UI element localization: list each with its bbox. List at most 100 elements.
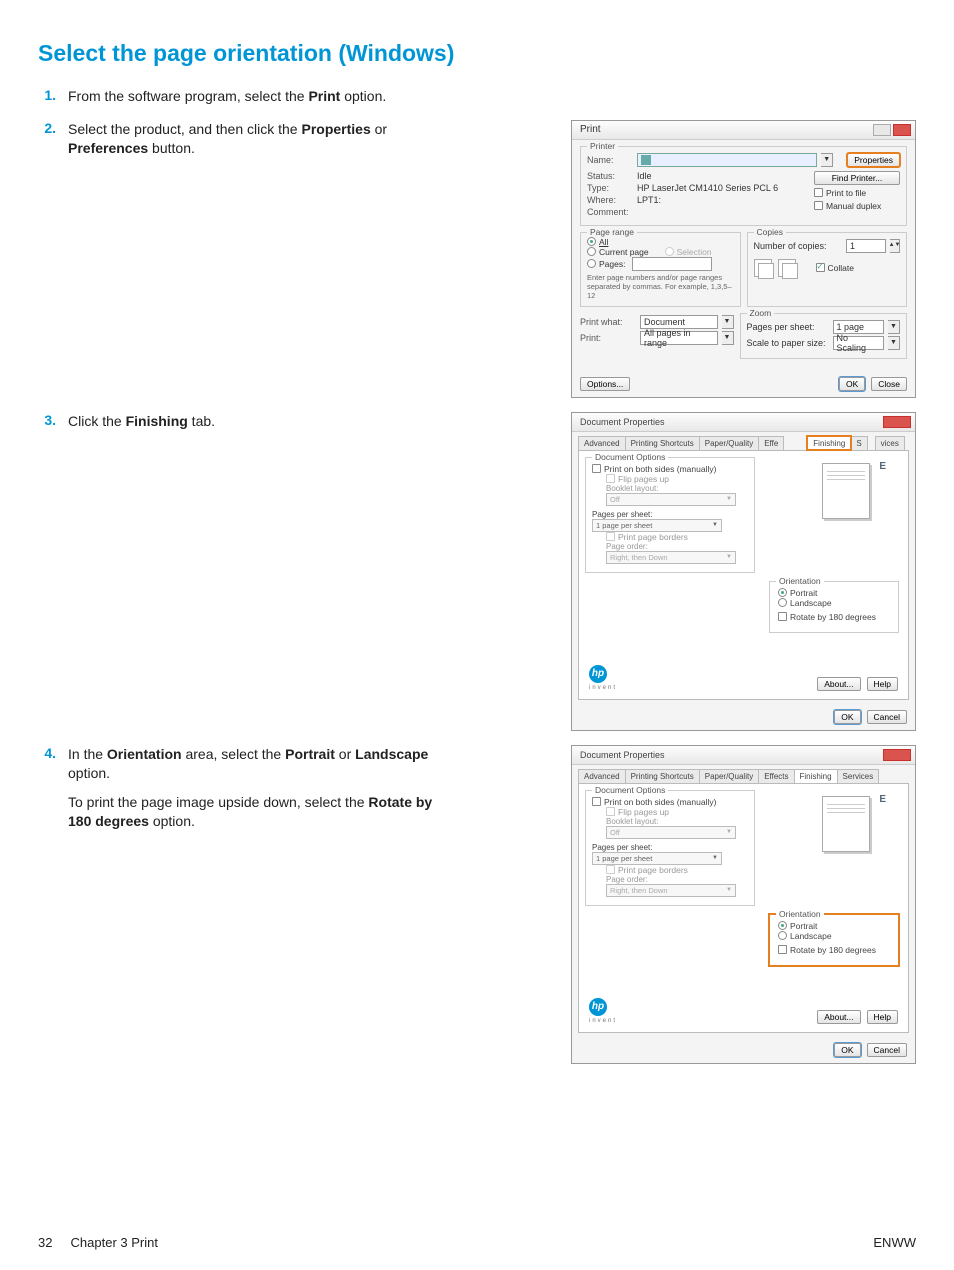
text: or — [335, 746, 355, 762]
tab-advanced[interactable]: Advanced — [578, 436, 626, 450]
collate-checkbox[interactable]: Collate — [816, 263, 854, 273]
label: Current page — [599, 247, 649, 257]
tab-s-partial[interactable]: S — [850, 436, 867, 450]
label: Comment: — [587, 207, 633, 217]
help-icon[interactable] — [873, 124, 891, 136]
ok-button[interactable]: OK — [834, 710, 860, 724]
dropdown-arrow-icon[interactable]: ▼ — [722, 331, 734, 345]
group-label: Page range — [587, 227, 637, 237]
label: Page order: — [606, 875, 748, 884]
dropdown-arrow-icon[interactable]: ▼ — [888, 336, 900, 350]
label: Type: — [587, 183, 633, 193]
tab-bar: Advanced Printing Shortcuts Paper/Qualit… — [572, 432, 915, 450]
landscape-radio[interactable]: Landscape — [778, 598, 890, 608]
close-icon[interactable] — [883, 416, 911, 428]
step-1: 1. From the software program, select the… — [38, 87, 916, 106]
close-button[interactable]: Close — [871, 377, 907, 391]
dropdown-arrow-icon[interactable]: ▼ — [722, 315, 734, 329]
pages-input[interactable] — [632, 257, 712, 271]
cancel-button[interactable]: Cancel — [867, 1043, 907, 1057]
zoom-group: Zoom Pages per sheet:1 page▼ Scale to pa… — [740, 313, 908, 359]
orientation-group: Orientation Portrait Landscape Rotate by… — [769, 581, 899, 633]
portrait-radio[interactable]: Portrait — [778, 921, 890, 931]
tab-paper-quality[interactable]: Paper/Quality — [699, 769, 759, 783]
dropdown-arrow-icon[interactable]: ▼ — [821, 153, 833, 167]
landscape-radio[interactable]: Landscape — [778, 931, 890, 941]
pages-per-sheet-select[interactable]: 1 page per sheet▼ — [592, 852, 722, 865]
text: or — [371, 121, 387, 137]
tab-printing-shortcuts[interactable]: Printing Shortcuts — [625, 436, 700, 450]
label: Print to file — [826, 188, 866, 198]
ok-button[interactable]: OK — [839, 377, 865, 391]
ok-button[interactable]: OK — [834, 1043, 860, 1057]
bold: Preferences — [68, 140, 148, 156]
dropdown-arrow-icon[interactable]: ▼ — [888, 320, 900, 334]
collate-icon — [778, 259, 796, 277]
about-button[interactable]: About... — [817, 677, 860, 691]
tab-finishing[interactable]: Finishing — [794, 769, 838, 783]
print-select[interactable]: All pages in range — [640, 331, 718, 345]
value: Off — [610, 495, 620, 504]
portrait-radio[interactable]: Portrait — [778, 588, 890, 598]
type-value: HP LaserJet CM1410 Series PCL 6 — [637, 183, 778, 193]
label: Landscape — [790, 598, 832, 608]
text: Click the — [68, 413, 126, 429]
value: Right, then Down — [610, 553, 668, 562]
tab-effects-cut[interactable]: Effe — [758, 436, 784, 450]
tab-advanced[interactable]: Advanced — [578, 769, 626, 783]
find-printer-button[interactable]: Find Printer... — [814, 171, 900, 185]
label: Print on both sides (manually) — [604, 797, 716, 807]
tab-effects[interactable]: Effects — [758, 769, 794, 783]
close-icon[interactable] — [883, 749, 911, 761]
close-icon[interactable] — [893, 124, 911, 136]
properties-button[interactable]: Properties — [847, 153, 900, 167]
text: option. — [149, 813, 195, 829]
value: Off — [610, 828, 620, 837]
properties-dialog: Document Properties Advanced Printing Sh… — [571, 412, 916, 731]
preview-e-icon: E — [879, 794, 886, 805]
label: Collate — [828, 263, 854, 273]
help-button[interactable]: Help — [867, 677, 898, 691]
bold: Finishing — [126, 413, 188, 429]
label: Pages per sheet: — [747, 322, 829, 332]
tab-paper-quality[interactable]: Paper/Quality — [699, 436, 759, 450]
print-what-select[interactable]: Document — [640, 315, 718, 329]
step-text: From the software program, select the Pr… — [68, 87, 458, 106]
printer-name-select[interactable] — [637, 153, 817, 167]
label: Print: — [580, 333, 636, 343]
help-button[interactable]: Help — [867, 1010, 898, 1024]
manual-duplex-checkbox[interactable]: Manual duplex — [814, 201, 900, 211]
tab-services[interactable]: Services — [837, 769, 880, 783]
print-both-sides-checkbox[interactable]: Print on both sides (manually) — [592, 797, 748, 807]
range-current-radio[interactable]: Current page — [587, 247, 649, 257]
about-button[interactable]: About... — [817, 1010, 860, 1024]
spinner-icon[interactable]: ▲▼ — [890, 239, 900, 253]
page-preview: E — [822, 796, 888, 852]
step-number: 3. — [38, 412, 68, 428]
pages-per-sheet-select[interactable]: 1 page per sheet▼ — [592, 519, 722, 532]
text: tab. — [188, 413, 215, 429]
options-button[interactable]: Options... — [580, 377, 630, 391]
range-all-radio[interactable]: All — [587, 237, 734, 247]
rotate-180-checkbox[interactable]: Rotate by 180 degrees — [778, 945, 890, 955]
page-title: Select the page orientation (Windows) — [38, 40, 916, 67]
page-range-group: Page range All Current page Selection Pa… — [580, 232, 741, 307]
tab-vices-partial[interactable]: vices — [875, 436, 905, 450]
group-label: Document Options — [592, 785, 668, 795]
print-both-sides-checkbox[interactable]: Print on both sides (manually) — [592, 464, 748, 474]
copies-input[interactable]: 1 — [846, 239, 886, 253]
tab-printing-shortcuts[interactable]: Printing Shortcuts — [625, 769, 700, 783]
range-pages-radio[interactable]: Pages: — [587, 257, 734, 271]
cancel-button[interactable]: Cancel — [867, 710, 907, 724]
group-label: Copies — [754, 227, 786, 237]
text: option. — [340, 88, 386, 104]
step-4: 4. In the Orientation area, select the P… — [38, 745, 916, 1064]
pages-per-sheet-select[interactable]: 1 page — [833, 320, 885, 334]
tab-finishing[interactable]: Finishing — [807, 436, 851, 450]
scale-select[interactable]: No Scaling — [833, 336, 885, 350]
tab-panel: Document Options Print on both sides (ma… — [578, 450, 909, 700]
rotate-180-checkbox[interactable]: Rotate by 180 degrees — [778, 612, 890, 622]
print-to-file-checkbox[interactable]: Print to file — [814, 188, 900, 198]
step-2: 2. Select the product, and then click th… — [38, 120, 916, 398]
printer-icon — [641, 155, 651, 165]
